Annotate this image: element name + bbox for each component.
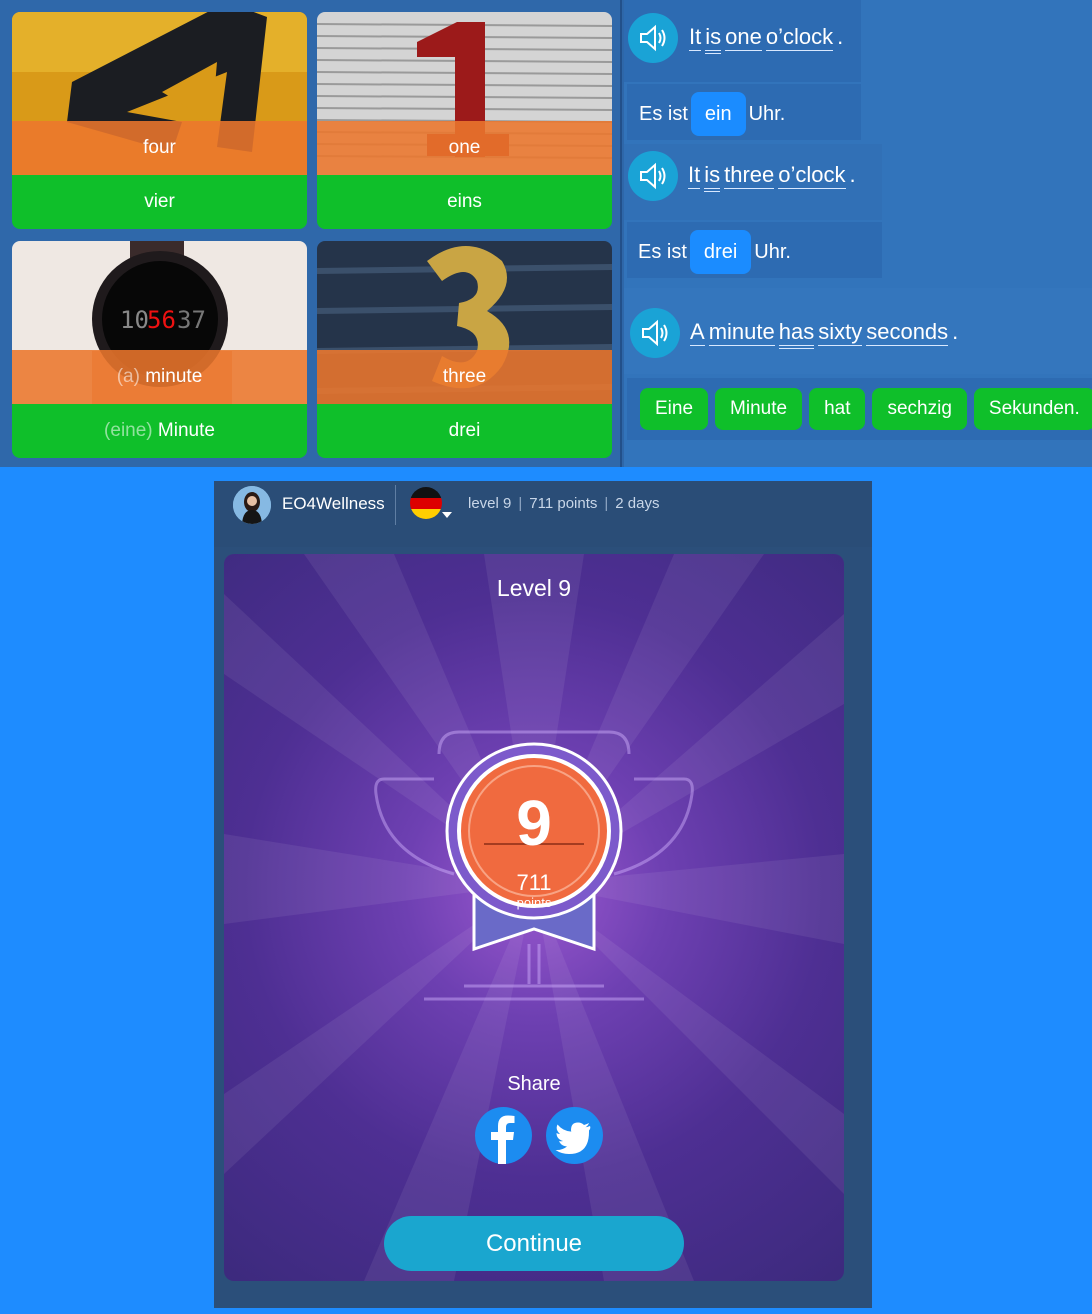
- progress-stats: level 9 | 711 points | 2 days: [468, 495, 660, 512]
- word-tile[interactable]: Sekunden.: [973, 388, 1092, 430]
- lesson-review-strip: four vier one eins 10 56 37 (a) minute (…: [0, 0, 1092, 467]
- card-english-word-text: minute: [145, 366, 203, 387]
- sentence-word[interactable]: It: [688, 162, 701, 189]
- sentence-word[interactable]: sixty: [818, 319, 863, 346]
- twitter-share-button[interactable]: [546, 1107, 603, 1164]
- sentence-word[interactable]: one: [725, 24, 762, 51]
- word-tile[interactable]: Minute: [715, 388, 803, 430]
- answer-chip[interactable]: ein: [690, 92, 746, 136]
- card-german-word: drei: [317, 404, 612, 458]
- twitter-bird-icon: [555, 1122, 591, 1154]
- english-sentence: It is one o’clock.: [689, 24, 844, 54]
- germany-flag-icon[interactable]: [410, 487, 442, 519]
- card-german-word: (eine) Minute: [12, 404, 307, 458]
- sentence-word[interactable]: It: [689, 24, 702, 51]
- header-divider: [395, 485, 396, 525]
- badge-level-number: 9: [516, 787, 552, 859]
- sentence-word[interactable]: A: [690, 319, 705, 346]
- card-german-word: eins: [317, 175, 612, 229]
- answer-chip[interactable]: drei: [689, 230, 752, 274]
- card-english-word: four: [12, 121, 307, 175]
- vocab-card-three[interactable]: three drei: [317, 241, 612, 458]
- german-text: Es ist: [638, 241, 687, 263]
- sentence-punctuation: .: [952, 319, 959, 344]
- speaker-icon[interactable]: [628, 13, 678, 63]
- level-up-modal: Level 9 9 711 points Share Continue: [224, 554, 844, 1281]
- continue-button[interactable]: Continue: [384, 1216, 684, 1271]
- streak-stat: 2 days: [615, 495, 660, 512]
- sentence-word[interactable]: is: [704, 162, 721, 192]
- german-sentence: Es ist ein Uhr.: [639, 92, 785, 136]
- speaker-icon[interactable]: [628, 151, 678, 201]
- sentence-word[interactable]: is: [705, 24, 722, 54]
- share-label: Share: [507, 1073, 561, 1095]
- card-english-word: (a) minute: [12, 350, 307, 404]
- card-german-word-text: Minute: [157, 420, 215, 441]
- vocab-card-minute[interactable]: 10 56 37 (a) minute (eine) Minute: [12, 241, 307, 458]
- english-sentence: It is three o’clock.: [688, 162, 856, 192]
- level-up-screen: EO4Wellness level 9 | 711 points | 2 days: [214, 481, 872, 1308]
- svg-text:56: 56: [147, 306, 176, 334]
- vocabulary-cards-panel: four vier one eins 10 56 37 (a) minute (…: [0, 0, 622, 467]
- facebook-icon: [491, 1115, 515, 1164]
- trophy-badge-icon: [374, 730, 694, 1001]
- word-tile[interactable]: sechzig: [872, 388, 967, 430]
- card-german-word: vier: [12, 175, 307, 229]
- facebook-share-button[interactable]: [475, 1107, 532, 1164]
- avatar[interactable]: [233, 486, 271, 524]
- sentence-punctuation: .: [837, 24, 844, 49]
- card-english-word: three: [317, 350, 612, 404]
- german-sentence: Es ist drei Uhr.: [638, 230, 791, 274]
- word-tile[interactable]: Eine: [640, 388, 709, 430]
- vocab-card-four[interactable]: four vier: [12, 12, 307, 229]
- svg-text:37: 37: [177, 306, 206, 334]
- username[interactable]: EO4Wellness: [282, 494, 385, 514]
- sentence-word[interactable]: has: [778, 319, 815, 349]
- sentence-word[interactable]: three: [724, 162, 775, 189]
- german-text: Uhr.: [754, 241, 791, 263]
- chevron-down-icon[interactable]: [442, 512, 452, 518]
- sentence-punctuation: .: [849, 162, 856, 187]
- badge-points-value: 711: [516, 870, 552, 895]
- level-stat: level 9: [468, 495, 512, 512]
- card-english-word: one: [317, 121, 612, 175]
- points-stat: 711 points: [529, 495, 598, 512]
- sentence-word[interactable]: seconds: [866, 319, 949, 346]
- profile-header: EO4Wellness level 9 | 711 points | 2 days: [214, 481, 872, 547]
- sentence-word[interactable]: o’clock: [765, 24, 834, 51]
- german-text: Es ist: [639, 103, 688, 125]
- card-english-article: (a): [116, 366, 140, 387]
- sentence-word[interactable]: minute: [708, 319, 775, 346]
- german-text: Uhr.: [748, 103, 786, 125]
- svg-text:10: 10: [120, 306, 149, 334]
- vocab-card-one[interactable]: one eins: [317, 12, 612, 229]
- word-tiles: Eine Minute hat sechzig Sekunden.: [640, 388, 1092, 430]
- card-german-article: (eine): [104, 420, 153, 441]
- word-tile[interactable]: hat: [809, 388, 866, 430]
- english-sentence: Aminute has sixty seconds.: [690, 319, 959, 349]
- badge-points-label: points: [516, 895, 552, 910]
- speaker-icon[interactable]: [630, 308, 680, 358]
- sentence-word[interactable]: o’clock: [778, 162, 846, 189]
